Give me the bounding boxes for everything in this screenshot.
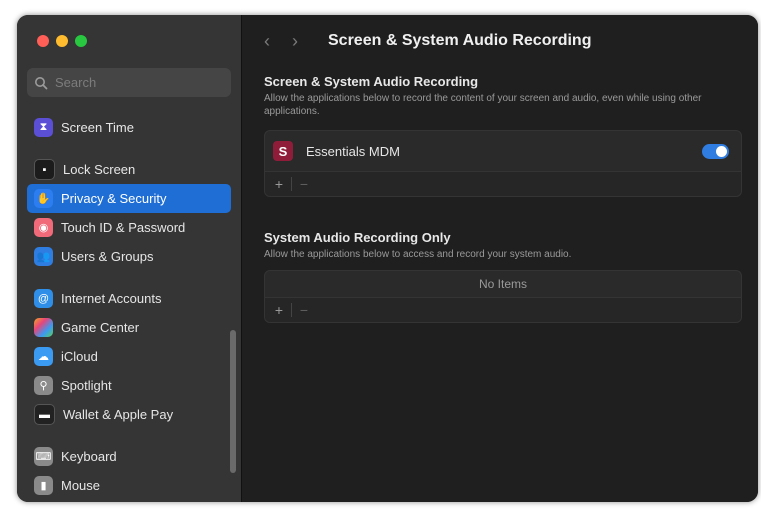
remove-app-button[interactable]: − bbox=[296, 176, 312, 192]
sidebar-item-lock-screen[interactable]: ▪ Lock Screen bbox=[27, 155, 231, 184]
users-icon: 👥 bbox=[34, 247, 53, 266]
audio-recording-app-list: No Items + − bbox=[264, 270, 742, 323]
at-icon: @ bbox=[34, 289, 53, 308]
sidebar-item-icloud[interactable]: ☁ iCloud bbox=[27, 342, 231, 371]
cloud-icon: ☁ bbox=[34, 347, 53, 366]
section-title: Screen & System Audio Recording bbox=[264, 74, 479, 89]
sidebar-item-label: Spotlight bbox=[61, 378, 112, 393]
list-item[interactable]: S Essentials MDM bbox=[265, 131, 741, 172]
add-app-button[interactable]: + bbox=[271, 302, 287, 318]
sidebar-item-label: Touch ID & Password bbox=[61, 220, 186, 235]
keyboard-icon: ⌨ bbox=[34, 447, 53, 466]
sidebar: ⧗ Screen Time ▪ Lock Screen ✋ Privacy & … bbox=[17, 15, 242, 502]
back-button[interactable]: ‹ bbox=[264, 31, 292, 52]
sidebar-item-spotlight[interactable]: ⚲ Spotlight bbox=[27, 371, 231, 400]
app-name: Essentials MDM bbox=[306, 143, 400, 159]
sidebar-item-touch-id[interactable]: ◉ Touch ID & Password bbox=[27, 213, 231, 242]
sidebar-item-keyboard[interactable]: ⌨ Keyboard bbox=[27, 442, 231, 471]
audio-recording-section: System Audio Recording Only Allow the ap… bbox=[264, 230, 740, 261]
sidebar-item-game-center[interactable]: Game Center bbox=[27, 313, 231, 342]
search-input[interactable] bbox=[53, 74, 217, 91]
sidebar-item-label: Privacy & Security bbox=[61, 191, 167, 206]
sidebar-item-label: Wallet & Apple Pay bbox=[63, 407, 174, 422]
main-pane: ‹ › Screen & System Audio Recording Scre… bbox=[242, 15, 758, 502]
remove-app-button[interactable]: − bbox=[296, 302, 312, 318]
traffic-lights bbox=[37, 35, 87, 47]
fingerprint-icon: ◉ bbox=[34, 218, 53, 237]
sidebar-item-mouse[interactable]: ▮ Mouse bbox=[27, 471, 231, 500]
sidebar-item-users-groups[interactable]: 👥 Users & Groups bbox=[27, 242, 231, 271]
lock-screen-icon: ▪ bbox=[34, 159, 55, 180]
sidebar-item-label: Users & Groups bbox=[61, 249, 154, 264]
toolbar: ‹ › Screen & System Audio Recording bbox=[242, 15, 758, 67]
page-title: Screen & System Audio Recording bbox=[328, 32, 592, 49]
wallet-icon: ▬ bbox=[34, 404, 55, 425]
search-field[interactable] bbox=[27, 68, 231, 97]
minimize-button[interactable] bbox=[56, 35, 68, 47]
essentials-mdm-toggle[interactable] bbox=[702, 143, 729, 159]
add-remove-bar: + − bbox=[265, 298, 741, 322]
empty-list-text: No Items bbox=[265, 271, 741, 298]
screen-recording-app-list: S Essentials MDM + − bbox=[264, 130, 742, 197]
sidebar-item-label: iCloud bbox=[61, 349, 98, 364]
settings-window: ⧗ Screen Time ▪ Lock Screen ✋ Privacy & … bbox=[17, 15, 758, 502]
hourglass-icon: ⧗ bbox=[34, 118, 53, 137]
sidebar-item-label: Lock Screen bbox=[63, 162, 136, 177]
sidebar-item-privacy-security[interactable]: ✋ Privacy & Security bbox=[27, 184, 231, 213]
sidebar-item-wallet[interactable]: ▬ Wallet & Apple Pay bbox=[27, 400, 231, 429]
section-description: Allow the applications below to access a… bbox=[264, 249, 572, 260]
sidebar-item-label: Keyboard bbox=[61, 449, 117, 464]
search-icon bbox=[35, 76, 48, 89]
sidebar-item-label: Internet Accounts bbox=[61, 291, 162, 306]
magnifier-icon: ⚲ bbox=[34, 376, 53, 395]
sidebar-item-label: Screen Time bbox=[61, 120, 134, 135]
mouse-icon: ▮ bbox=[34, 476, 53, 495]
screen-recording-section: Screen & System Audio Recording Allow th… bbox=[264, 74, 740, 118]
sidebar-item-label: Mouse bbox=[61, 478, 101, 493]
sidebar-item-screen-time[interactable]: ⧗ Screen Time bbox=[27, 113, 231, 142]
add-app-button[interactable]: + bbox=[271, 176, 287, 192]
sidebar-scrollbar[interactable] bbox=[230, 330, 236, 473]
section-title: System Audio Recording Only bbox=[264, 230, 451, 245]
sidebar-item-internet-accounts[interactable]: @ Internet Accounts bbox=[27, 284, 231, 313]
forward-button[interactable]: › bbox=[292, 31, 320, 52]
game-center-icon bbox=[34, 318, 53, 337]
zoom-button[interactable] bbox=[75, 35, 87, 47]
hand-icon: ✋ bbox=[34, 189, 53, 208]
essentials-mdm-app-icon: S bbox=[273, 141, 293, 161]
close-button[interactable] bbox=[37, 35, 49, 47]
add-remove-bar: + − bbox=[265, 172, 741, 196]
sidebar-item-label: Game Center bbox=[61, 320, 140, 335]
sidebar-list: ⧗ Screen Time ▪ Lock Screen ✋ Privacy & … bbox=[27, 113, 231, 500]
section-description: Allow the applications below to record t… bbox=[264, 93, 702, 117]
